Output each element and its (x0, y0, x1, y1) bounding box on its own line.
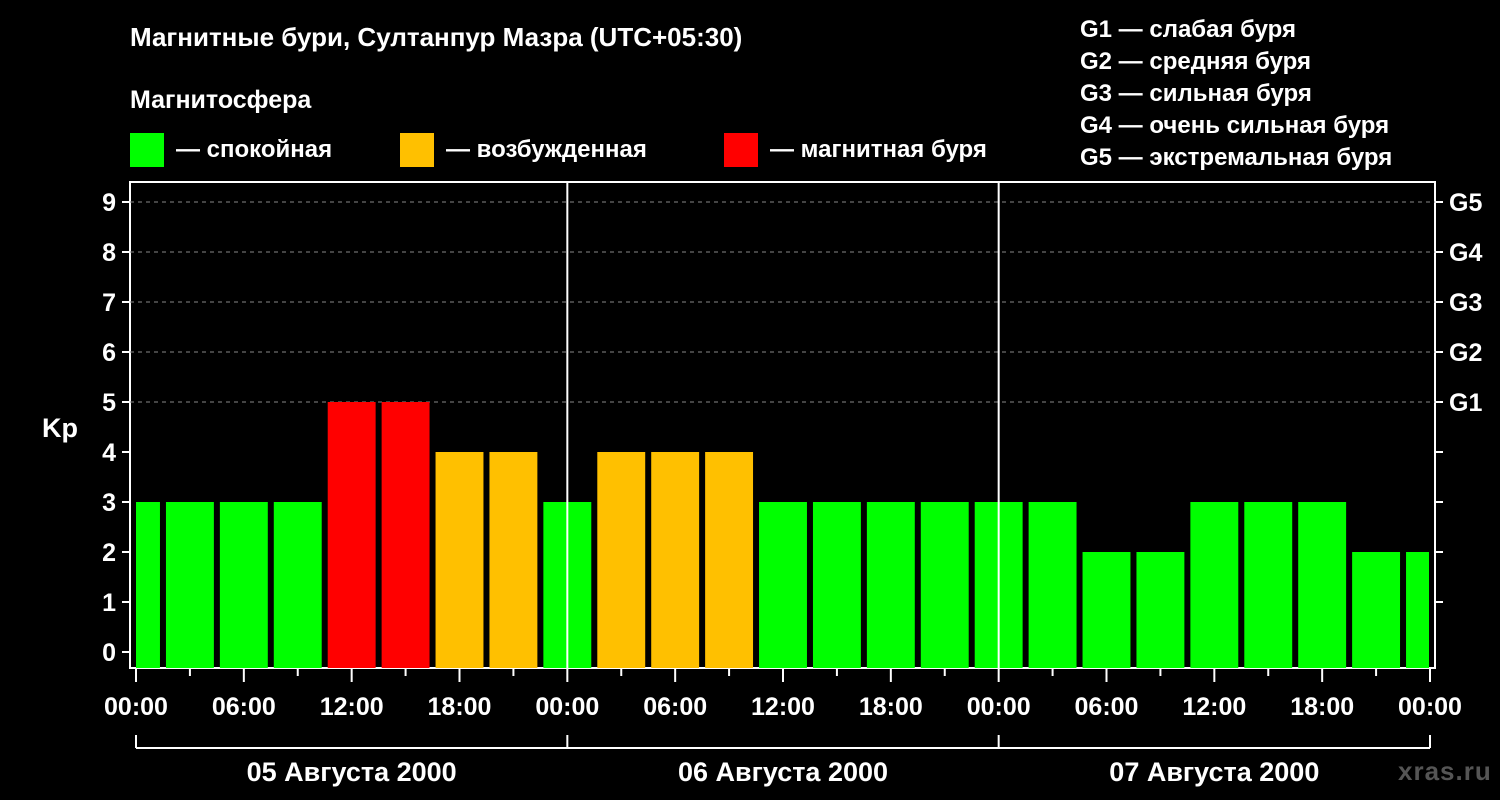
y-tick-label: 2 (102, 539, 116, 567)
kp-bar (165, 502, 214, 668)
kp-bar (866, 502, 915, 668)
g-axis-label: G3 (1449, 289, 1482, 317)
kp-bar (1352, 552, 1401, 668)
x-tick-label: 18:00 (859, 693, 923, 721)
g-axis-label: G2 (1449, 339, 1482, 367)
day-label: 05 Августа 2000 (247, 757, 457, 787)
y-tick-label: 3 (102, 489, 116, 517)
kp-bar (759, 502, 807, 668)
kp-bar (273, 502, 322, 668)
kp-bar (597, 452, 646, 668)
y-tick-label: 9 (102, 189, 116, 217)
x-tick-label: 18:00 (428, 693, 492, 721)
y-tick-label: 5 (102, 389, 116, 417)
kp-bar (489, 452, 538, 668)
kp-bar (1244, 502, 1293, 668)
kp-bar (1028, 502, 1077, 668)
x-tick-label: 06:00 (212, 693, 276, 721)
g-axis-label: G1 (1449, 389, 1482, 417)
kp-bar (1082, 552, 1131, 668)
kp-bar (327, 402, 376, 668)
x-tick-label: 12:00 (751, 693, 815, 721)
kp-bar (1298, 502, 1347, 668)
watermark: xras.ru (1398, 756, 1492, 786)
x-tick-label: 18:00 (1290, 693, 1354, 721)
y-tick-label: 1 (102, 589, 116, 617)
kp-bar (1406, 552, 1429, 668)
kp-bar (136, 502, 160, 668)
x-tick-label: 00:00 (535, 693, 599, 721)
x-tick-label: 00:00 (1398, 693, 1462, 721)
g-axis-label: G4 (1449, 239, 1482, 267)
day-label: 06 Августа 2000 (678, 757, 888, 787)
y-tick-label: 4 (102, 439, 116, 467)
kp-bar (812, 502, 861, 668)
kp-bar (1190, 502, 1239, 668)
y-tick-label: 7 (102, 289, 116, 317)
x-tick-label: 12:00 (320, 693, 384, 721)
x-tick-label: 06:00 (643, 693, 707, 721)
kp-bar (435, 452, 484, 668)
x-tick-label: 00:00 (104, 693, 168, 721)
kp-bar (651, 452, 700, 668)
kp-bar (705, 452, 754, 668)
y-tick-label: 0 (102, 639, 116, 667)
kp-bar (219, 502, 268, 668)
y-axis-label: Kp (42, 413, 78, 443)
x-tick-label: 12:00 (1182, 693, 1246, 721)
kp-bar (1136, 552, 1185, 668)
kp-bar (920, 502, 969, 668)
y-tick-label: 8 (102, 239, 116, 267)
x-tick-label: 00:00 (967, 693, 1031, 721)
y-tick-label: 6 (102, 339, 116, 367)
day-label: 07 Августа 2000 (1109, 757, 1319, 787)
g-axis-label: G5 (1449, 189, 1482, 217)
kp-bar (381, 402, 430, 668)
x-tick-label: 06:00 (1075, 693, 1139, 721)
kp-bar-chart: 0 1 2 3 4 5 6 7 8 9 G1 G2 G3 G4 G5 Kp 00:00 06:00 12:00 18:… (42, 181, 1482, 787)
